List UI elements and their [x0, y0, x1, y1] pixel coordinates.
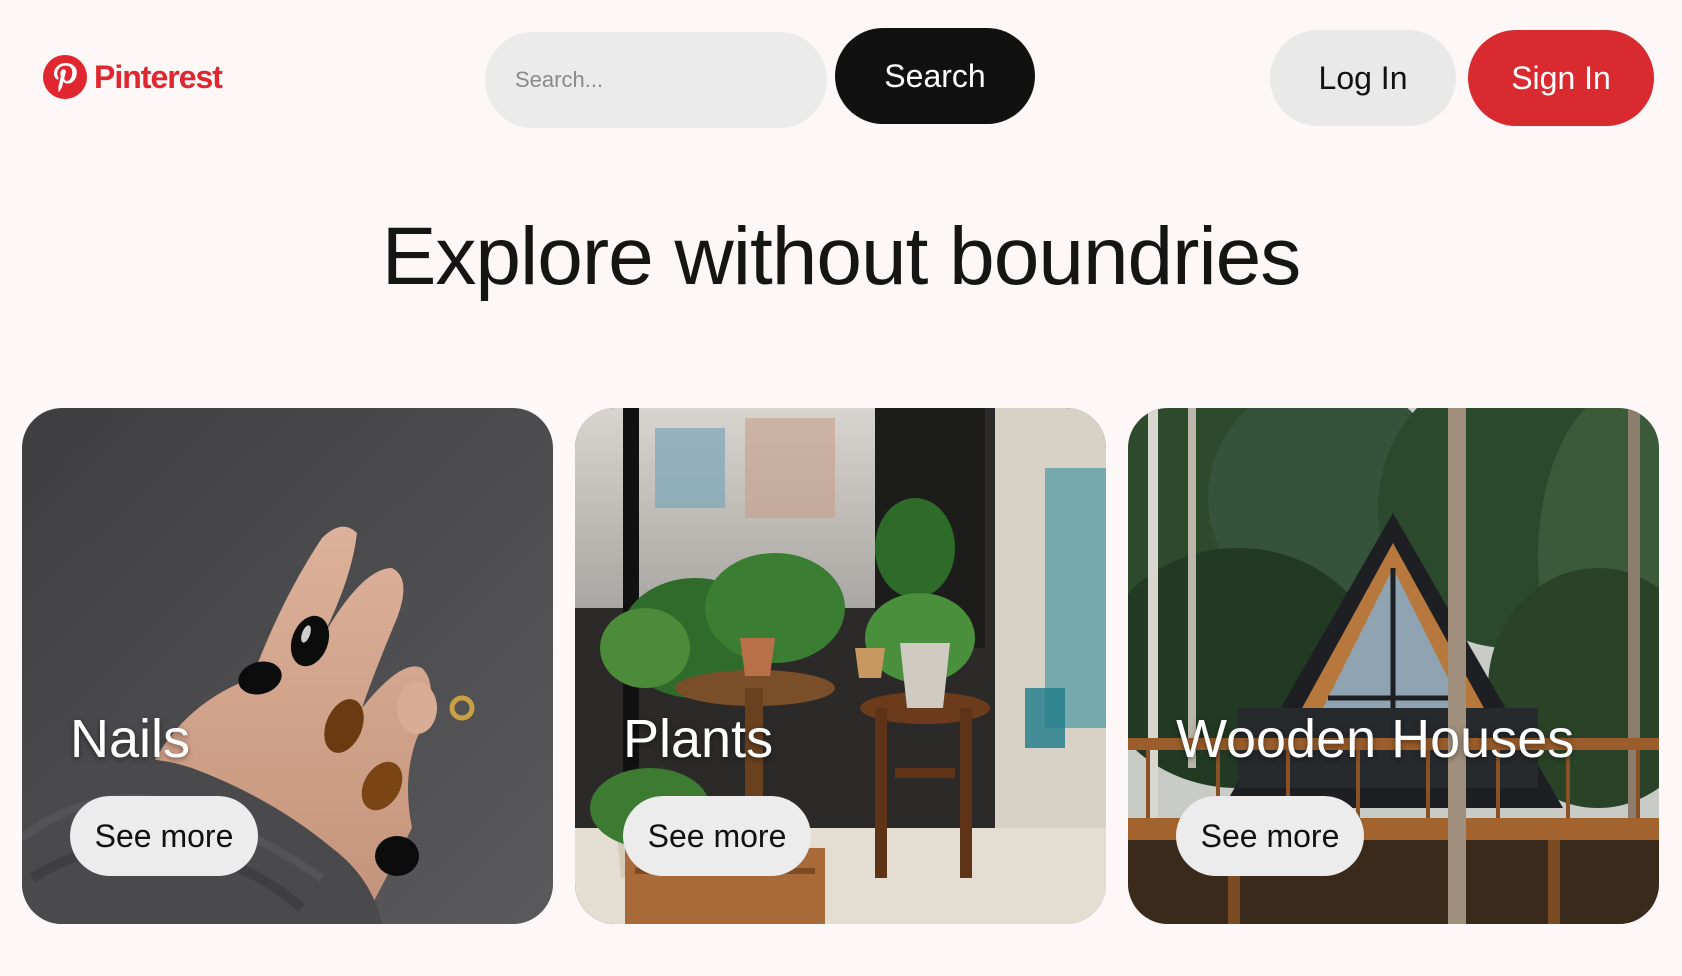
see-more-button[interactable]: See more	[623, 796, 811, 876]
category-card-wooden-houses[interactable]: Wooden Houses See more	[1128, 408, 1659, 924]
brand-name: Pinterest	[94, 58, 223, 95]
search-input[interactable]	[485, 32, 827, 128]
card-title: Wooden Houses	[1176, 709, 1575, 769]
category-cards: Nails See more Plants See more Wooden Ho…	[22, 408, 1659, 924]
top-navigation-bar: Pinterest Search Log In Sign In	[0, 0, 1682, 160]
pinterest-logo[interactable]: Pinterest	[42, 54, 223, 100]
see-more-button[interactable]: See more	[1176, 796, 1364, 876]
pinterest-p-icon	[43, 55, 87, 99]
sign-in-button[interactable]: Sign In	[1468, 30, 1654, 126]
search-button[interactable]: Search	[835, 28, 1035, 124]
see-more-button[interactable]: See more	[70, 796, 258, 876]
log-in-button[interactable]: Log In	[1270, 30, 1456, 126]
category-card-nails[interactable]: Nails See more	[22, 408, 553, 924]
card-title: Plants	[623, 709, 774, 769]
page-title: Explore without boundries	[381, 211, 1302, 302]
card-title: Nails	[70, 709, 191, 769]
category-card-plants[interactable]: Plants See more	[575, 408, 1106, 924]
